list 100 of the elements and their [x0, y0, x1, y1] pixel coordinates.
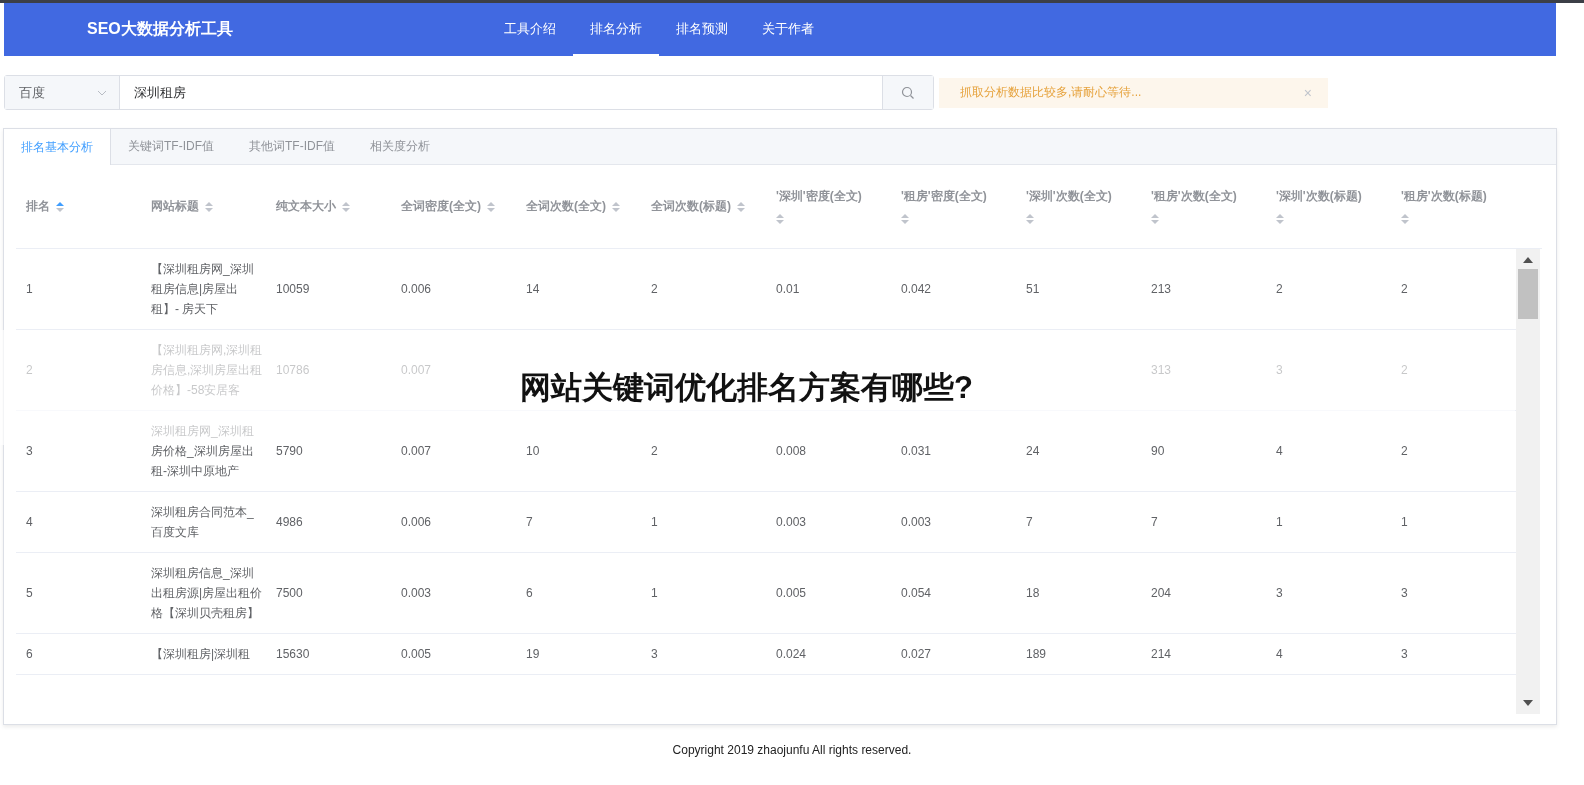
table-cell: 204 — [1151, 586, 1172, 600]
alert-message: 抓取分析数据比较多,请耐心等待... — [960, 84, 1142, 101]
table-cell: 0.006 — [401, 515, 432, 529]
table-cell: 0.054 — [901, 586, 932, 600]
table-cell: 0.003 — [901, 515, 932, 529]
nav-link[interactable]: 工具介绍 — [487, 3, 573, 56]
engine-select[interactable]: 百度 — [5, 76, 120, 109]
sort-icon[interactable] — [612, 200, 620, 213]
column-header[interactable]: '租房'密度(全文) — [901, 188, 987, 205]
table-cell: 189 — [1026, 647, 1047, 661]
table-cell: 4 — [1276, 444, 1283, 458]
table-cell: 4 — [1276, 647, 1283, 661]
tab[interactable]: 其他词TF-IDF值 — [232, 129, 353, 164]
table-cell: 1 — [1401, 515, 1408, 529]
table-cell: 18 — [1026, 586, 1040, 600]
column-header[interactable]: '深圳'密度(全文) — [776, 188, 862, 205]
scroll-down-icon[interactable] — [1523, 700, 1533, 706]
table-cell: 10786 — [276, 363, 310, 377]
scroll-thumb[interactable] — [1518, 269, 1538, 319]
nav-link[interactable]: 排名分析 — [573, 3, 659, 56]
sort-icon[interactable] — [1276, 213, 1284, 225]
table-cell: 0.031 — [901, 444, 932, 458]
brand-title: SEO大数据分析工具 — [87, 19, 234, 39]
table-cell: 2 — [651, 444, 658, 458]
table-cell: 3 — [1276, 363, 1283, 377]
table-cell: 0.027 — [901, 647, 932, 661]
sort-icon[interactable] — [1401, 213, 1409, 225]
sort-icon[interactable] — [737, 200, 745, 213]
table-cell: 0.042 — [901, 282, 932, 296]
table-cell: 0.003 — [401, 586, 432, 600]
tab[interactable]: 排名基本分析 — [4, 129, 111, 165]
table-cell: 2 — [651, 282, 658, 296]
table-cell: 0.01 — [776, 282, 800, 296]
column-header[interactable]: '深圳'次数(全文) — [1026, 188, 1112, 205]
tab[interactable]: 相关度分析 — [353, 129, 448, 164]
sort-icon[interactable] — [1026, 213, 1034, 225]
column-header[interactable]: 全词次数(标题) — [651, 198, 731, 215]
table-cell: 90 — [1151, 444, 1165, 458]
scroll-up-icon[interactable] — [1523, 257, 1533, 263]
table-cell: 2 — [26, 363, 33, 377]
column-header[interactable]: 全词次数(全文) — [526, 198, 606, 215]
column-header[interactable]: '租房'次数(全文) — [1151, 188, 1237, 205]
scrollbar[interactable] — [1516, 249, 1540, 714]
copyright-text: Copyright 2019 zhaojunfu All rights reserved. — [672, 743, 912, 757]
table-cell: 3 — [1276, 586, 1283, 600]
table-cell: 5790 — [276, 444, 303, 458]
sort-icon[interactable] — [776, 213, 784, 225]
table-cell: 1 — [651, 586, 658, 600]
table-cell: 0.006 — [401, 282, 432, 296]
search-icon — [901, 85, 915, 100]
table-cell: 7500 — [276, 586, 303, 600]
column-header[interactable]: '深圳'次数(标题) — [1276, 188, 1362, 205]
sort-icon[interactable] — [342, 200, 350, 213]
overlay-title: 网站关键词优化排名方案有哪些? — [520, 368, 973, 407]
column-header[interactable]: 排名 — [26, 198, 50, 215]
table-cell: 7 — [1026, 515, 1033, 529]
table-cell: 2 — [1276, 282, 1283, 296]
table-cell: 10059 — [276, 282, 310, 296]
table-cell: 7 — [526, 515, 533, 529]
tab[interactable]: 关键词TF-IDF值 — [111, 129, 232, 164]
table-cell: 【深圳租房|深圳租 — [151, 647, 251, 661]
search-button[interactable] — [882, 76, 933, 109]
table-cell: 4 — [26, 515, 33, 529]
table-cell: 5 — [26, 586, 33, 600]
table-cell: 10 — [526, 444, 540, 458]
sort-icon[interactable] — [205, 200, 213, 213]
table-cell: 【深圳租房网_深圳租房信息|房屋出租】- 房天下 — [151, 262, 254, 316]
table-cell: 0.003 — [776, 515, 807, 529]
close-button[interactable]: × — [1303, 84, 1312, 101]
table-cell: 213 — [1151, 282, 1172, 296]
table-cell: 深圳租房合同范本_百度文库 — [151, 505, 254, 539]
table-cell: 1 — [1276, 515, 1283, 529]
table-cell: 313 — [1151, 363, 1172, 377]
table-cell: 7 — [1151, 515, 1158, 529]
table-cell: 4986 — [276, 515, 303, 529]
nav-link[interactable]: 排名预测 — [659, 3, 745, 56]
table-cell: 6 — [26, 647, 33, 661]
table-cell: 3 — [1401, 647, 1408, 661]
table-cell: 0.005 — [401, 647, 432, 661]
table-cell: 2 — [1401, 444, 1408, 458]
table-cell: 15630 — [276, 647, 310, 661]
table-cell: 深圳租房信息_深圳出租房源|房屋出租价格【深圳贝壳租房】 — [151, 566, 263, 620]
table-cell: 3 — [1401, 586, 1408, 600]
column-header[interactable]: 网站标题 — [151, 198, 199, 215]
chevron-down-icon — [97, 89, 107, 96]
table-cell: 1 — [651, 515, 658, 529]
nav-link[interactable]: 关于作者 — [745, 3, 831, 56]
column-header[interactable]: 纯文本大小 — [276, 198, 336, 215]
column-header[interactable]: '租房'次数(标题) — [1401, 188, 1487, 205]
search-field[interactable]: 百度 深圳租房 — [4, 75, 934, 110]
table-cell: 3 — [26, 444, 33, 458]
column-header[interactable]: 全词密度(全文) — [401, 198, 481, 215]
sort-icon[interactable] — [901, 213, 909, 225]
table-cell: 6 — [526, 586, 533, 600]
sort-icon[interactable] — [1151, 213, 1159, 225]
table-cell: 0.007 — [401, 363, 432, 377]
table-cell: 2 — [1401, 282, 1408, 296]
table-cell: 214 — [1151, 647, 1172, 661]
sort-icon[interactable] — [56, 200, 64, 213]
sort-icon[interactable] — [487, 200, 495, 213]
